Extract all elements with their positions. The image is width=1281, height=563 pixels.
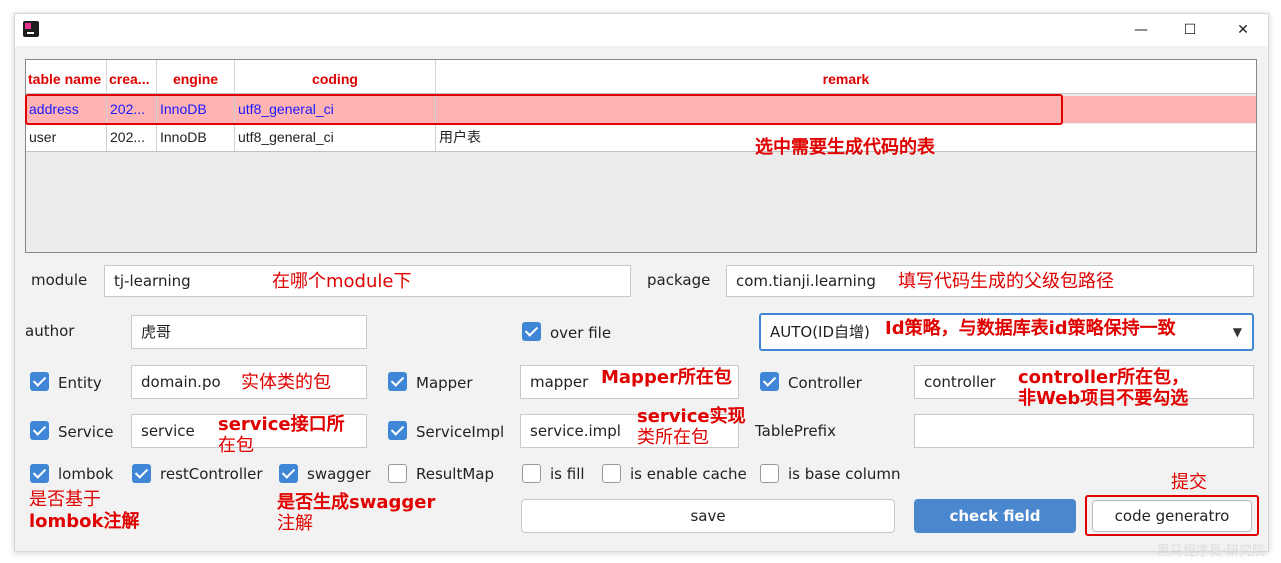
lombok-checkbox[interactable]	[30, 464, 49, 483]
watermark: 黑马程序员·研究院	[1156, 544, 1265, 559]
table-row-user[interactable]: user 202... InnoDB utf8_general_ci 用户表	[26, 124, 1256, 152]
tableprefix-label: TablePrefix	[755, 422, 836, 440]
serviceimpl-checkbox[interactable]	[388, 421, 407, 440]
cell-engine: InnoDB	[157, 124, 235, 151]
cell-table-name: user	[26, 124, 107, 151]
cell-coding: utf8_general_ci	[235, 124, 436, 151]
overfile-checkbox[interactable]	[522, 322, 541, 341]
isfill-label: is fill	[550, 465, 585, 483]
module-label: module	[31, 271, 88, 289]
lombok-label: lombok	[58, 465, 114, 483]
entity-label: Entity	[58, 374, 102, 392]
swagger-label: swagger	[307, 465, 371, 483]
title-bar: — ☐ ✕	[15, 14, 1268, 46]
annotation-serviceimpl-2: 类所在包	[637, 427, 709, 448]
minimize-icon[interactable]: —	[1118, 14, 1164, 46]
serviceimpl-label: ServiceImpl	[416, 423, 505, 441]
col-remark[interactable]: remark	[436, 60, 1256, 93]
annotation-package: 填写代码生成的父级包路径	[898, 271, 1114, 292]
code-generate-button[interactable]: code generatro	[1092, 500, 1252, 532]
annotation-module: 在哪个module下	[272, 271, 412, 292]
annotation-select-table: 选中需要生成代码的表	[755, 137, 935, 158]
controller-label: Controller	[788, 374, 862, 392]
table-list[interactable]: table name crea... engine coding remark …	[25, 59, 1257, 253]
app-window: — ☐ ✕ table name crea... engine coding r…	[14, 13, 1269, 552]
annotation-controller-1: controller所在包，	[1018, 367, 1190, 388]
app-logo-icon	[23, 21, 39, 37]
annotation-service-2: 在包	[218, 435, 254, 456]
annotation-swagger-1: 是否生成swagger	[277, 492, 436, 513]
package-label: package	[647, 271, 711, 289]
mapper-label: Mapper	[416, 374, 473, 392]
service-label: Service	[58, 423, 114, 441]
annotation-swagger-2: 注解	[277, 513, 313, 534]
isfill-checkbox[interactable]	[522, 464, 541, 483]
annotation-service-1: service接口所	[218, 414, 345, 435]
service-checkbox[interactable]	[30, 421, 49, 440]
table-header: table name crea... engine coding remark	[26, 60, 1256, 94]
controller-checkbox[interactable]	[760, 372, 779, 391]
close-icon[interactable]: ✕	[1220, 14, 1266, 46]
selected-row-highlight	[25, 94, 1063, 125]
resultmap-checkbox[interactable]	[388, 464, 407, 483]
col-engine[interactable]: engine	[157, 60, 235, 93]
chevron-down-icon: ▼	[1232, 325, 1242, 339]
cache-label: is enable cache	[630, 465, 747, 483]
annotation-entity: 实体类的包	[241, 372, 331, 393]
check-field-button[interactable]: check field	[914, 499, 1076, 533]
entity-checkbox[interactable]	[30, 372, 49, 391]
mapper-checkbox[interactable]	[388, 372, 407, 391]
annotation-mapper: Mapper所在包	[601, 367, 732, 388]
author-label: author	[25, 322, 75, 340]
col-table-name[interactable]: table name	[26, 60, 107, 93]
overfile-label: over file	[550, 324, 612, 342]
save-button[interactable]: save	[521, 499, 895, 533]
basecolumn-label: is base column	[788, 465, 901, 483]
annotation-id: Id策略，与数据库表id策略保持一致	[885, 318, 1176, 339]
annotation-controller-2: 非Web项目不要勾选	[1018, 388, 1189, 409]
annotation-submit: 提交	[1171, 472, 1207, 493]
tableprefix-input[interactable]	[914, 414, 1254, 448]
cache-checkbox[interactable]	[602, 464, 621, 483]
annotation-lombok-1: 是否基于	[29, 489, 101, 510]
cell-create-time: 202...	[107, 124, 157, 151]
idtype-value: AUTO(ID自增)	[770, 323, 870, 341]
col-coding[interactable]: coding	[235, 60, 436, 93]
restcontroller-checkbox[interactable]	[132, 464, 151, 483]
annotation-serviceimpl-1: service实现	[637, 406, 746, 427]
swagger-checkbox[interactable]	[279, 464, 298, 483]
col-create-time[interactable]: crea...	[107, 60, 157, 93]
basecolumn-checkbox[interactable]	[760, 464, 779, 483]
author-input[interactable]: 虎哥	[131, 315, 367, 349]
restcontroller-label: restController	[160, 465, 263, 483]
maximize-icon[interactable]: ☐	[1167, 14, 1213, 46]
resultmap-label: ResultMap	[416, 465, 495, 483]
annotation-lombok-2: lombok注解	[29, 511, 140, 532]
